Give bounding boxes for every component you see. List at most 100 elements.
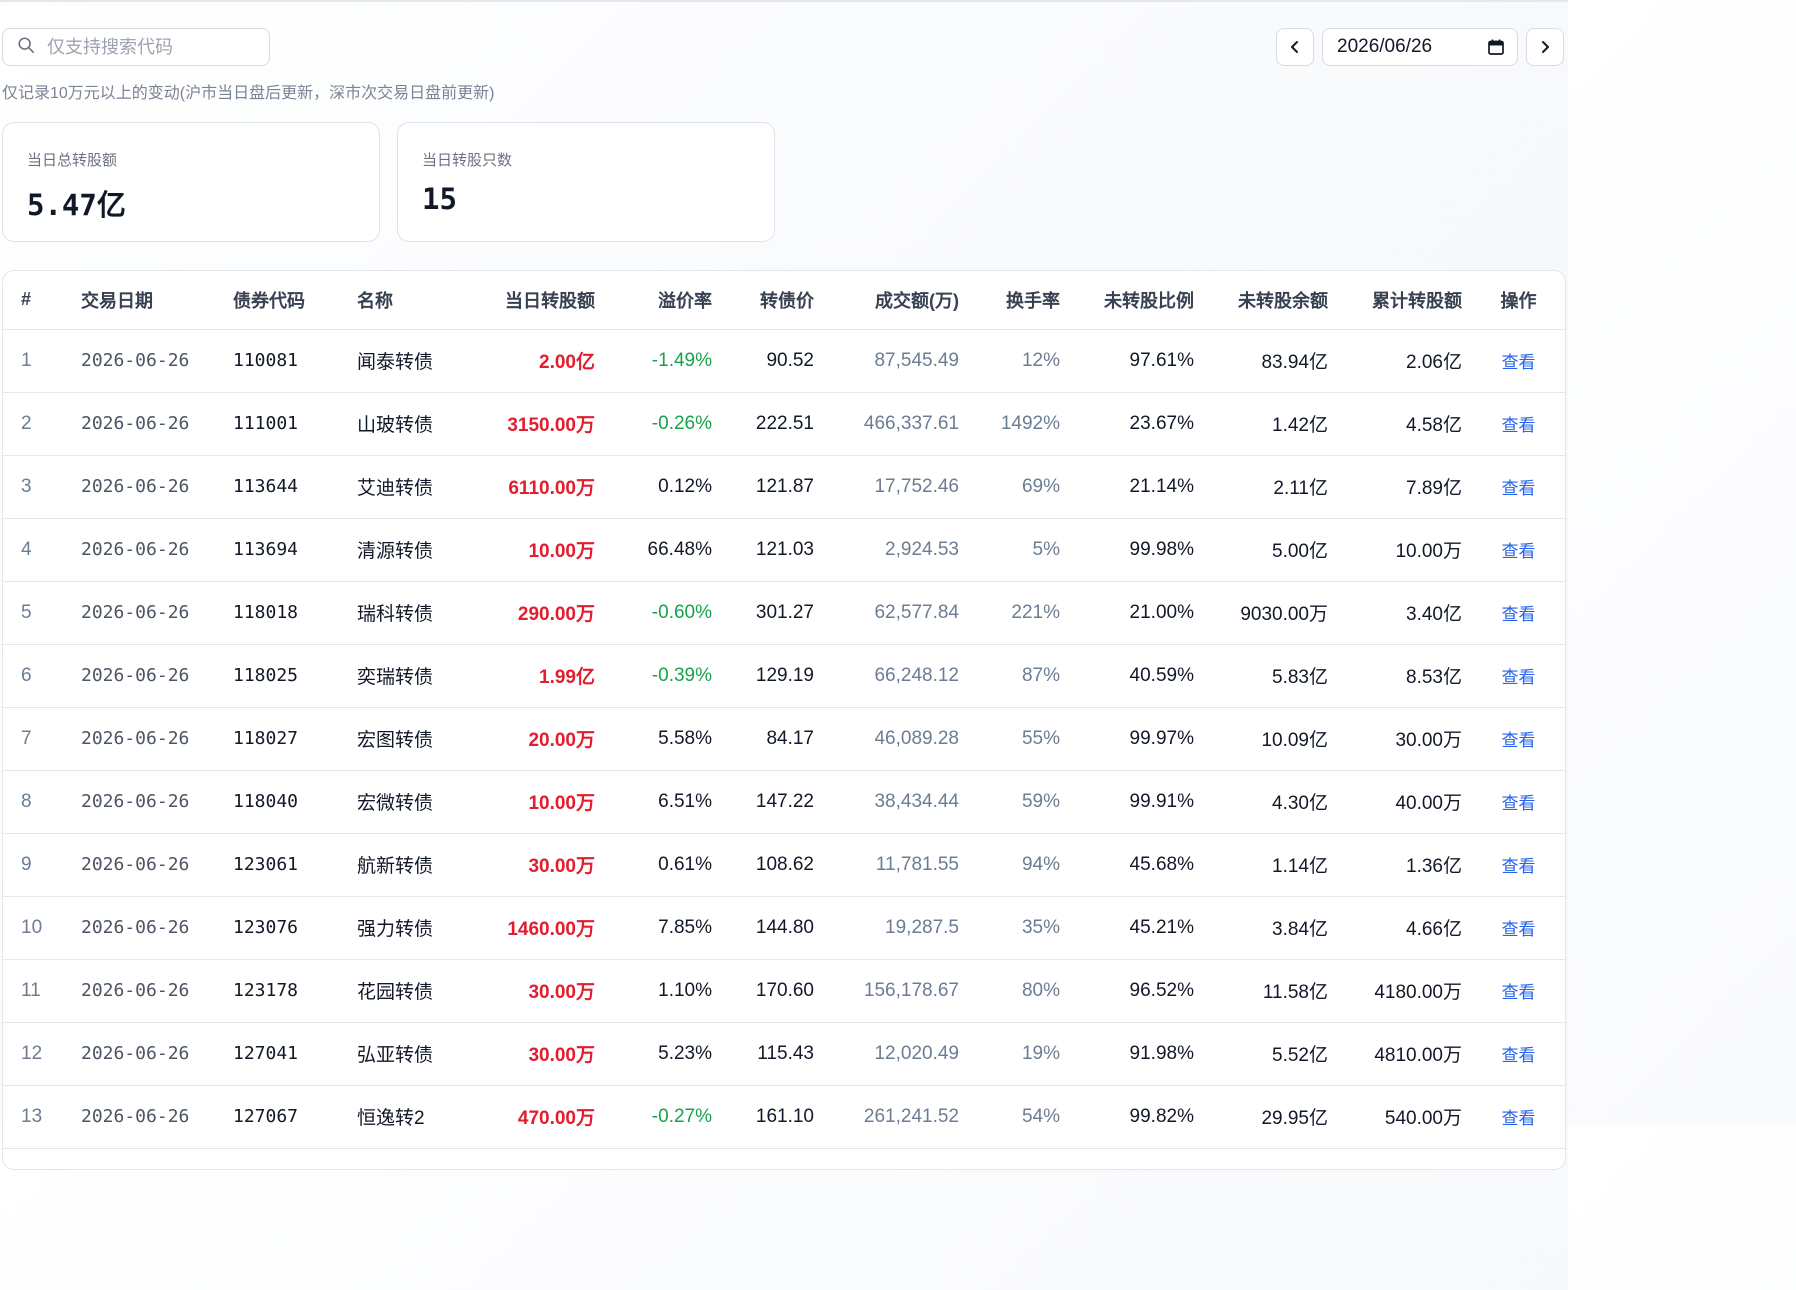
row-unconverted-ratio: 97.61%	[1068, 329, 1202, 393]
row-unconverted-balance: 9030.00万	[1202, 581, 1336, 645]
row-premium-rate: 0.12%	[603, 455, 720, 519]
row-code: 123178	[225, 959, 349, 1023]
row-turnover-amount: 62,577.84	[822, 581, 967, 645]
col-header-premium[interactable]: 溢价率	[603, 271, 720, 330]
col-header-index[interactable]: #	[3, 271, 73, 330]
row-conversion-amount: 470.00万	[475, 1085, 603, 1149]
view-link[interactable]: 查看	[1470, 644, 1565, 708]
view-link[interactable]: 查看	[1470, 959, 1565, 1023]
view-link[interactable]: 查看	[1470, 455, 1565, 519]
top-divider	[0, 0, 1568, 2]
row-date: 2026-06-26	[73, 644, 225, 708]
view-link[interactable]: 查看	[1470, 1085, 1565, 1149]
search-box[interactable]	[2, 28, 270, 66]
chevron-right-icon	[1542, 41, 1549, 53]
view-link[interactable]: 查看	[1470, 518, 1565, 582]
row-unconverted-balance: 11.58亿	[1202, 959, 1336, 1023]
row-premium-rate: 5.23%	[603, 1022, 720, 1086]
view-link[interactable]: 查看	[1470, 896, 1565, 960]
date-picker[interactable]: 2026/06/26	[1322, 28, 1518, 66]
row-turnover-rate: 87%	[967, 644, 1068, 708]
table-row[interactable]: 4 2026-06-26 113694 清源转债 10.00万 66.48% 121.03 2…	[3, 518, 1565, 582]
row-turnover-rate: 69%	[967, 455, 1068, 519]
row-code: 118040	[225, 770, 349, 834]
row-unconverted-balance: 1.14亿	[1202, 833, 1336, 897]
row-premium-rate: -0.39%	[603, 644, 720, 708]
table-row[interactable]: 13 2026-06-26 127067 恒逸转2 470.00万 -0.27% 161.1…	[3, 1085, 1565, 1149]
table-body: 1 2026-06-26 110081 闻泰转债 2.00亿 -1.49% 90.52 87,…	[3, 329, 1565, 1149]
table-row[interactable]: 7 2026-06-26 118027 宏图转债 20.00万 5.58% 84.17 46,…	[3, 707, 1565, 771]
row-unconverted-balance: 4.30亿	[1202, 770, 1336, 834]
view-link[interactable]: 查看	[1470, 392, 1565, 456]
col-header-rate[interactable]: 换手率	[967, 271, 1068, 330]
table-row[interactable]: 11 2026-06-26 123178 花园转债 30.00万 1.10% 170.60 1…	[3, 959, 1565, 1023]
prev-date-button[interactable]	[1276, 28, 1314, 66]
row-premium-rate: 66.48%	[603, 518, 720, 582]
next-date-button[interactable]	[1526, 28, 1564, 66]
table-row[interactable]: 9 2026-06-26 123061 航新转债 30.00万 0.61% 108.62 11…	[3, 833, 1565, 897]
row-name: 航新转债	[349, 833, 475, 897]
col-header-name[interactable]: 名称	[349, 271, 475, 330]
row-bond-price: 108.62	[720, 833, 822, 897]
row-conversion-amount: 290.00万	[475, 581, 603, 645]
row-unconverted-ratio: 91.98%	[1068, 1022, 1202, 1086]
row-unconverted-ratio: 99.91%	[1068, 770, 1202, 834]
row-unconverted-balance: 5.83亿	[1202, 644, 1336, 708]
table-row[interactable]: 10 2026-06-26 123076 强力转债 1460.00万 7.85% 144.8…	[3, 896, 1565, 960]
row-cumulative-conversion: 1.36亿	[1336, 833, 1470, 897]
col-header-price[interactable]: 转债价	[720, 271, 822, 330]
table-row[interactable]: 8 2026-06-26 118040 宏微转债 10.00万 6.51% 147.22 38…	[3, 770, 1565, 834]
row-date: 2026-06-26	[73, 581, 225, 645]
table-row[interactable]: 1 2026-06-26 110081 闻泰转债 2.00亿 -1.49% 90.52 87,…	[3, 329, 1565, 393]
row-unconverted-balance: 1.42亿	[1202, 392, 1336, 456]
view-link[interactable]: 查看	[1470, 329, 1565, 393]
row-index: 11	[3, 959, 73, 1023]
row-premium-rate: -0.60%	[603, 581, 720, 645]
view-link[interactable]: 查看	[1470, 581, 1565, 645]
col-header-code[interactable]: 债券代码	[225, 271, 349, 330]
row-turnover-rate: 5%	[967, 518, 1068, 582]
table-row[interactable]: 3 2026-06-26 113644 艾迪转债 6110.00万 0.12% 121.87…	[3, 455, 1565, 519]
row-turnover-rate: 94%	[967, 833, 1068, 897]
view-link[interactable]: 查看	[1470, 770, 1565, 834]
calendar-icon[interactable]	[1487, 38, 1505, 56]
view-link[interactable]: 查看	[1470, 833, 1565, 897]
table-header-row: # 交易日期 债券代码 名称 当日转股额 溢价率 转债价 成交额(万) 换手率 …	[3, 271, 1565, 330]
row-cumulative-conversion: 2.06亿	[1336, 329, 1470, 393]
col-header-ratio[interactable]: 未转股比例	[1068, 271, 1202, 330]
row-cumulative-conversion: 4.66亿	[1336, 896, 1470, 960]
row-name: 恒逸转2	[349, 1085, 475, 1149]
conversion-count-card: 当日转股只数 15	[397, 122, 775, 242]
row-premium-rate: 6.51%	[603, 770, 720, 834]
view-link[interactable]: 查看	[1470, 707, 1565, 771]
col-header-turnover[interactable]: 成交额(万)	[822, 271, 967, 330]
row-date: 2026-06-26	[73, 833, 225, 897]
row-unconverted-ratio: 99.97%	[1068, 707, 1202, 771]
table-row[interactable]: 6 2026-06-26 118025 奕瑞转债 1.99亿 -0.39% 129.19 66…	[3, 644, 1565, 708]
col-header-remain[interactable]: 未转股余额	[1202, 271, 1336, 330]
col-header-amount[interactable]: 当日转股额	[475, 271, 603, 330]
row-date: 2026-06-26	[73, 518, 225, 582]
row-conversion-amount: 30.00万	[475, 1022, 603, 1086]
row-unconverted-ratio: 40.59%	[1068, 644, 1202, 708]
search-input[interactable]	[47, 36, 247, 58]
row-bond-price: 129.19	[720, 644, 822, 708]
card-value: 5.47亿	[27, 188, 126, 222]
row-turnover-rate: 54%	[967, 1085, 1068, 1149]
row-conversion-amount: 30.00万	[475, 833, 603, 897]
table-row[interactable]: 2 2026-06-26 111001 山玻转债 3150.00万 -0.26% 222.5…	[3, 392, 1565, 456]
row-code: 110081	[225, 329, 349, 393]
col-header-date[interactable]: 交易日期	[73, 271, 225, 330]
col-header-total[interactable]: 累计转股额	[1336, 271, 1470, 330]
row-index: 7	[3, 707, 73, 771]
row-bond-price: 90.52	[720, 329, 822, 393]
row-conversion-amount: 30.00万	[475, 959, 603, 1023]
row-code: 127067	[225, 1085, 349, 1149]
table-row[interactable]: 12 2026-06-26 127041 弘亚转债 30.00万 5.23% 115.43 1…	[3, 1022, 1565, 1086]
table-row[interactable]: 5 2026-06-26 118018 瑞科转债 290.00万 -0.60% 301.27…	[3, 581, 1565, 645]
row-name: 奕瑞转债	[349, 644, 475, 708]
update-notice: 仅记录10万元以上的变动(沪市当日盘后更新，深市次交易日盘前更新)	[2, 85, 495, 102]
row-cumulative-conversion: 540.00万	[1336, 1085, 1470, 1149]
row-index: 5	[3, 581, 73, 645]
view-link[interactable]: 查看	[1470, 1022, 1565, 1086]
